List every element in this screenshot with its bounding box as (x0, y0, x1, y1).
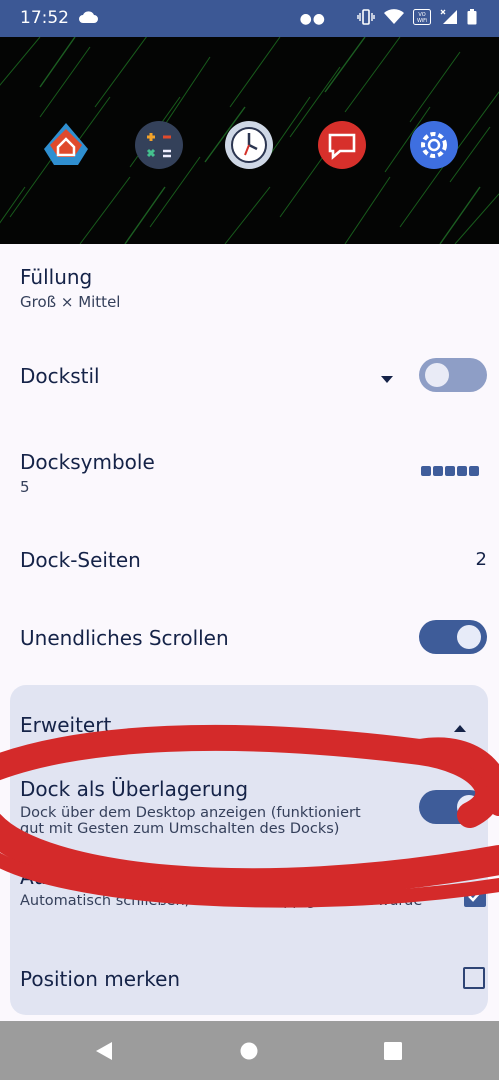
docksymbole-preview-icon (421, 466, 479, 476)
setting-autoclose-subtitle: Automatisch schließen, wenn eine App ges… (20, 893, 423, 909)
setting-dockstil-title: Dockstil (20, 364, 100, 388)
autoclose-checkbox[interactable] (464, 885, 486, 907)
status-time: 17:52 (20, 8, 69, 28)
dockstil-toggle[interactable] (419, 358, 487, 392)
setting-position[interactable]: Position merken (20, 967, 487, 991)
back-icon[interactable] (94, 1041, 114, 1065)
recents-icon[interactable] (384, 1042, 402, 1064)
settings-app-icon[interactable] (408, 119, 460, 171)
setting-fuellung-title: Füllung (20, 265, 93, 289)
setting-overlay[interactable]: Dock als Überlagerung Dock über dem Desk… (20, 777, 389, 837)
position-checkbox[interactable] (463, 967, 485, 989)
setting-docksymbole[interactable]: Docksymbole 5 (20, 450, 487, 496)
advanced-title: Erweitert (20, 713, 112, 737)
setting-dockseiten-title: Dock-Seiten (20, 548, 141, 572)
collapse-icon[interactable] (453, 718, 467, 737)
setting-fuellung-subtitle: Groß ⨯ Mittel (20, 293, 121, 311)
dockseiten-value: 2 (475, 549, 487, 570)
setting-scroll[interactable]: Unendliches Scrollen (20, 626, 487, 650)
setting-docksymbole-title: Docksymbole (20, 450, 155, 474)
cloud-icon (78, 9, 98, 28)
overlay-toggle[interactable] (419, 790, 487, 824)
vowifi-icon: VO WiFi (413, 9, 431, 29)
home-icon[interactable] (240, 1042, 258, 1064)
vibrate-icon (357, 9, 375, 29)
dots-icon: ●● (299, 11, 326, 27)
advanced-header[interactable]: Erweitert (20, 713, 487, 737)
setting-scroll-title: Unendliches Scrollen (20, 626, 229, 650)
setting-position-title: Position merken (20, 967, 181, 991)
setting-autoclose[interactable]: Automatisch schließen Automatisch schlie… (20, 865, 439, 909)
dockstil-dropdown-icon[interactable] (380, 370, 394, 389)
calculator-app-icon[interactable] (133, 119, 185, 171)
signal-icon (440, 9, 458, 29)
setting-docksymbole-value: 5 (20, 478, 30, 496)
setting-dockseiten[interactable]: Dock-Seiten (20, 548, 487, 572)
clock-app-icon[interactable] (223, 119, 275, 171)
messages-app-icon[interactable] (316, 119, 368, 171)
scroll-toggle[interactable] (419, 620, 487, 654)
setting-fuellung[interactable]: Füllung Groß ⨯ Mittel (20, 265, 487, 311)
home-app-icon[interactable] (40, 119, 92, 171)
svg-text:WiFi: WiFi (417, 18, 427, 24)
navigation-bar (0, 1021, 499, 1080)
wifi-icon (384, 9, 404, 29)
battery-icon (467, 9, 477, 29)
setting-dockstil[interactable]: Dockstil (20, 364, 487, 394)
setting-overlay-subtitle: Dock über dem Desktop anzeigen (funktion… (20, 805, 361, 837)
setting-autoclose-title: Automatisch schließen (20, 865, 248, 889)
dock-preview (0, 37, 499, 244)
status-bar: 17:52 ●● VO WiFi (0, 0, 499, 37)
setting-overlay-title: Dock als Überlagerung (20, 777, 249, 801)
